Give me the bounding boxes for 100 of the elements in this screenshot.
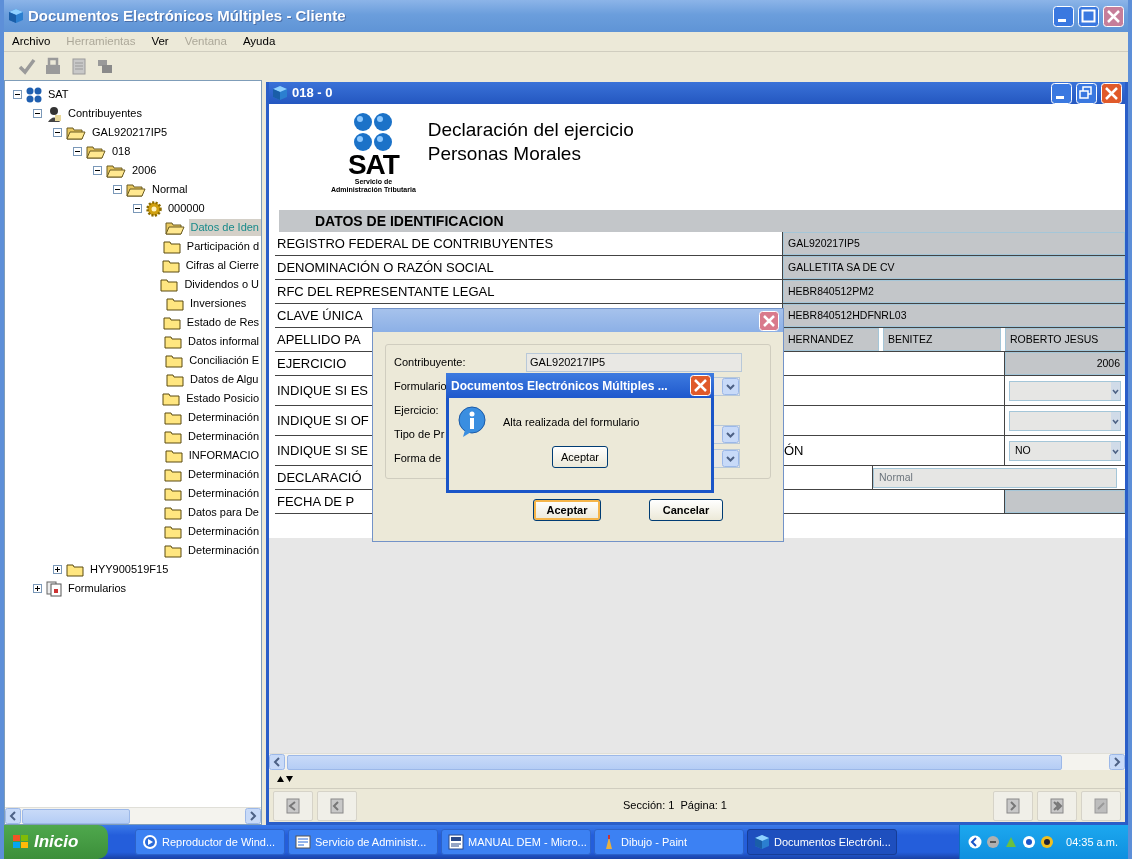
collapse-icon[interactable]: [53, 128, 62, 137]
tree-item[interactable]: GAL920217IP5: [90, 124, 170, 141]
check-icon[interactable]: [18, 57, 36, 75]
lock-icon[interactable]: [44, 57, 62, 75]
tree-item[interactable]: 2006: [130, 162, 159, 179]
dots-icon: [26, 86, 42, 103]
window-title: Documentos Electrónicos Múltiples - Cliente: [28, 5, 346, 26]
tree-item[interactable]: Formularios: [66, 580, 129, 597]
collapse-icon[interactable]: [33, 109, 42, 118]
form-heading: Declaración del ejercicio: [427, 118, 634, 142]
scroll-thumb[interactable]: [22, 809, 130, 824]
nav-button[interactable]: [317, 790, 357, 821]
nav-button[interactable]: [273, 790, 313, 821]
tree-item[interactable]: Normal: [150, 181, 190, 198]
dropdown[interactable]: [712, 448, 740, 468]
dialog-button[interactable]: Cancelar: [649, 499, 723, 521]
menu-item[interactable]: Ver: [143, 32, 177, 51]
documents-icon: [46, 580, 62, 597]
nav-button[interactable]: [993, 790, 1033, 821]
expand-icon[interactable]: [33, 584, 42, 593]
collapse-icon[interactable]: [13, 90, 22, 99]
collapse-icon[interactable]: [93, 166, 102, 175]
tree-item[interactable]: Estado Posicio: [184, 390, 261, 407]
tree-item[interactable]: 018: [110, 143, 133, 160]
tree-item[interactable]: Determinación: [186, 485, 261, 502]
scroll-left-button[interactable]: [269, 754, 285, 770]
tree-item[interactable]: Cifras al Cierre: [183, 257, 261, 274]
nav-button[interactable]: [1037, 790, 1077, 821]
form-heading: Personas Morales: [427, 142, 582, 166]
open-folder-icon: [126, 181, 146, 198]
taskbar-button[interactable]: Documentos Electróni...: [747, 829, 897, 855]
close-button[interactable]: [759, 310, 779, 331]
value-cell: BENITEZ: [883, 328, 1001, 351]
tree-item[interactable]: Dividendos o U: [182, 276, 261, 293]
dots-logo-icon: [353, 112, 394, 152]
tree-item[interactable]: Estado de Res: [184, 314, 261, 331]
scroll-right-button[interactable]: [1109, 754, 1125, 770]
text-field[interactable]: GAL920217IP5: [526, 352, 742, 372]
tree-item[interactable]: Datos informal: [186, 333, 261, 350]
dropdown[interactable]: NO: [1009, 440, 1121, 461]
collapse-icon[interactable]: [113, 185, 122, 194]
disc-icon[interactable]: [1022, 835, 1036, 849]
menu-item[interactable]: Ayuda: [234, 32, 284, 51]
folder-icon: [165, 352, 184, 369]
up-down-arrows-icon[interactable]: [277, 775, 293, 783]
menu-item[interactable]: Archivo: [4, 32, 59, 51]
info-icon: [457, 406, 487, 438]
window-title: 018 - 0: [292, 84, 333, 103]
minimize-button[interactable]: [1051, 82, 1072, 104]
dropdown[interactable]: [712, 424, 740, 444]
dropdown[interactable]: [712, 376, 740, 396]
tree-item[interactable]: Participación d: [184, 238, 261, 255]
tree-item[interactable]: Determinación: [186, 466, 261, 483]
close-button[interactable]: [690, 375, 711, 396]
speaker-icon[interactable]: [986, 835, 1000, 849]
app-icon: [272, 85, 288, 101]
tree-item[interactable]: Determinación: [186, 542, 261, 559]
horizontal-scrollbar[interactable]: [5, 807, 261, 824]
tree-item[interactable]: INFORMACIO: [186, 447, 261, 464]
app-icon: [754, 834, 770, 850]
tree-item[interactable]: Determinación: [186, 523, 261, 540]
tree-item[interactable]: Inversiones: [188, 295, 249, 312]
ok-button[interactable]: Aceptar: [552, 446, 608, 468]
tree-item[interactable]: Determinación: [186, 409, 261, 426]
taskbar-button[interactable]: Reproductor de Wind...: [135, 829, 285, 855]
expand-icon[interactable]: [53, 565, 62, 574]
close-button[interactable]: [1101, 82, 1122, 104]
maximize-button[interactable]: [1078, 5, 1099, 27]
collapse-icon[interactable]: [73, 147, 82, 156]
tree-item[interactable]: Conciliación E: [187, 352, 261, 369]
section-header: DATOS DE IDENTIFICACION: [279, 210, 1125, 232]
restore-button[interactable]: [1076, 82, 1097, 104]
shield-icon[interactable]: [1040, 835, 1054, 849]
taskbar-button[interactable]: MANUAL DEM - Micro...: [441, 829, 591, 855]
field-label: Contribuyente:: [394, 355, 466, 368]
minimize-button[interactable]: [1053, 5, 1074, 27]
stack-icon[interactable]: [96, 57, 114, 75]
taskbar-button[interactable]: Dibujo - Paint: [594, 829, 744, 855]
gear-icon: [146, 200, 162, 217]
taskbar-button[interactable]: Servicio de Administr...: [288, 829, 438, 855]
tree-item[interactable]: HYY900519F15: [88, 561, 171, 578]
tree-item[interactable]: 000000: [166, 200, 207, 217]
collapse-icon[interactable]: [133, 204, 142, 213]
horizontal-scrollbar[interactable]: [269, 753, 1125, 770]
chevron-icon[interactable]: [968, 835, 982, 849]
tree-item[interactable]: Datos de Algu: [188, 371, 261, 388]
scroll-right-button[interactable]: [245, 808, 261, 824]
field-label: INDIQUE SI OF: [277, 411, 369, 430]
tree-item[interactable]: SAT: [46, 86, 71, 103]
page-status: Sección: 1 Página: 1: [622, 798, 728, 814]
field-label: FECHA DE P: [277, 492, 355, 511]
dialog-button[interactable]: Aceptar: [533, 499, 601, 521]
tree-item[interactable]: Contribuyentes: [66, 105, 144, 122]
scroll-left-button[interactable]: [5, 808, 21, 824]
tree-item[interactable]: Datos para De: [186, 504, 261, 521]
folder-icon: [166, 371, 184, 388]
scroll-thumb[interactable]: [287, 755, 1062, 770]
field-label: INDIQUE SI ES: [277, 381, 369, 400]
tree-item[interactable]: Determinación: [186, 428, 261, 445]
close-button[interactable]: [1103, 5, 1124, 27]
